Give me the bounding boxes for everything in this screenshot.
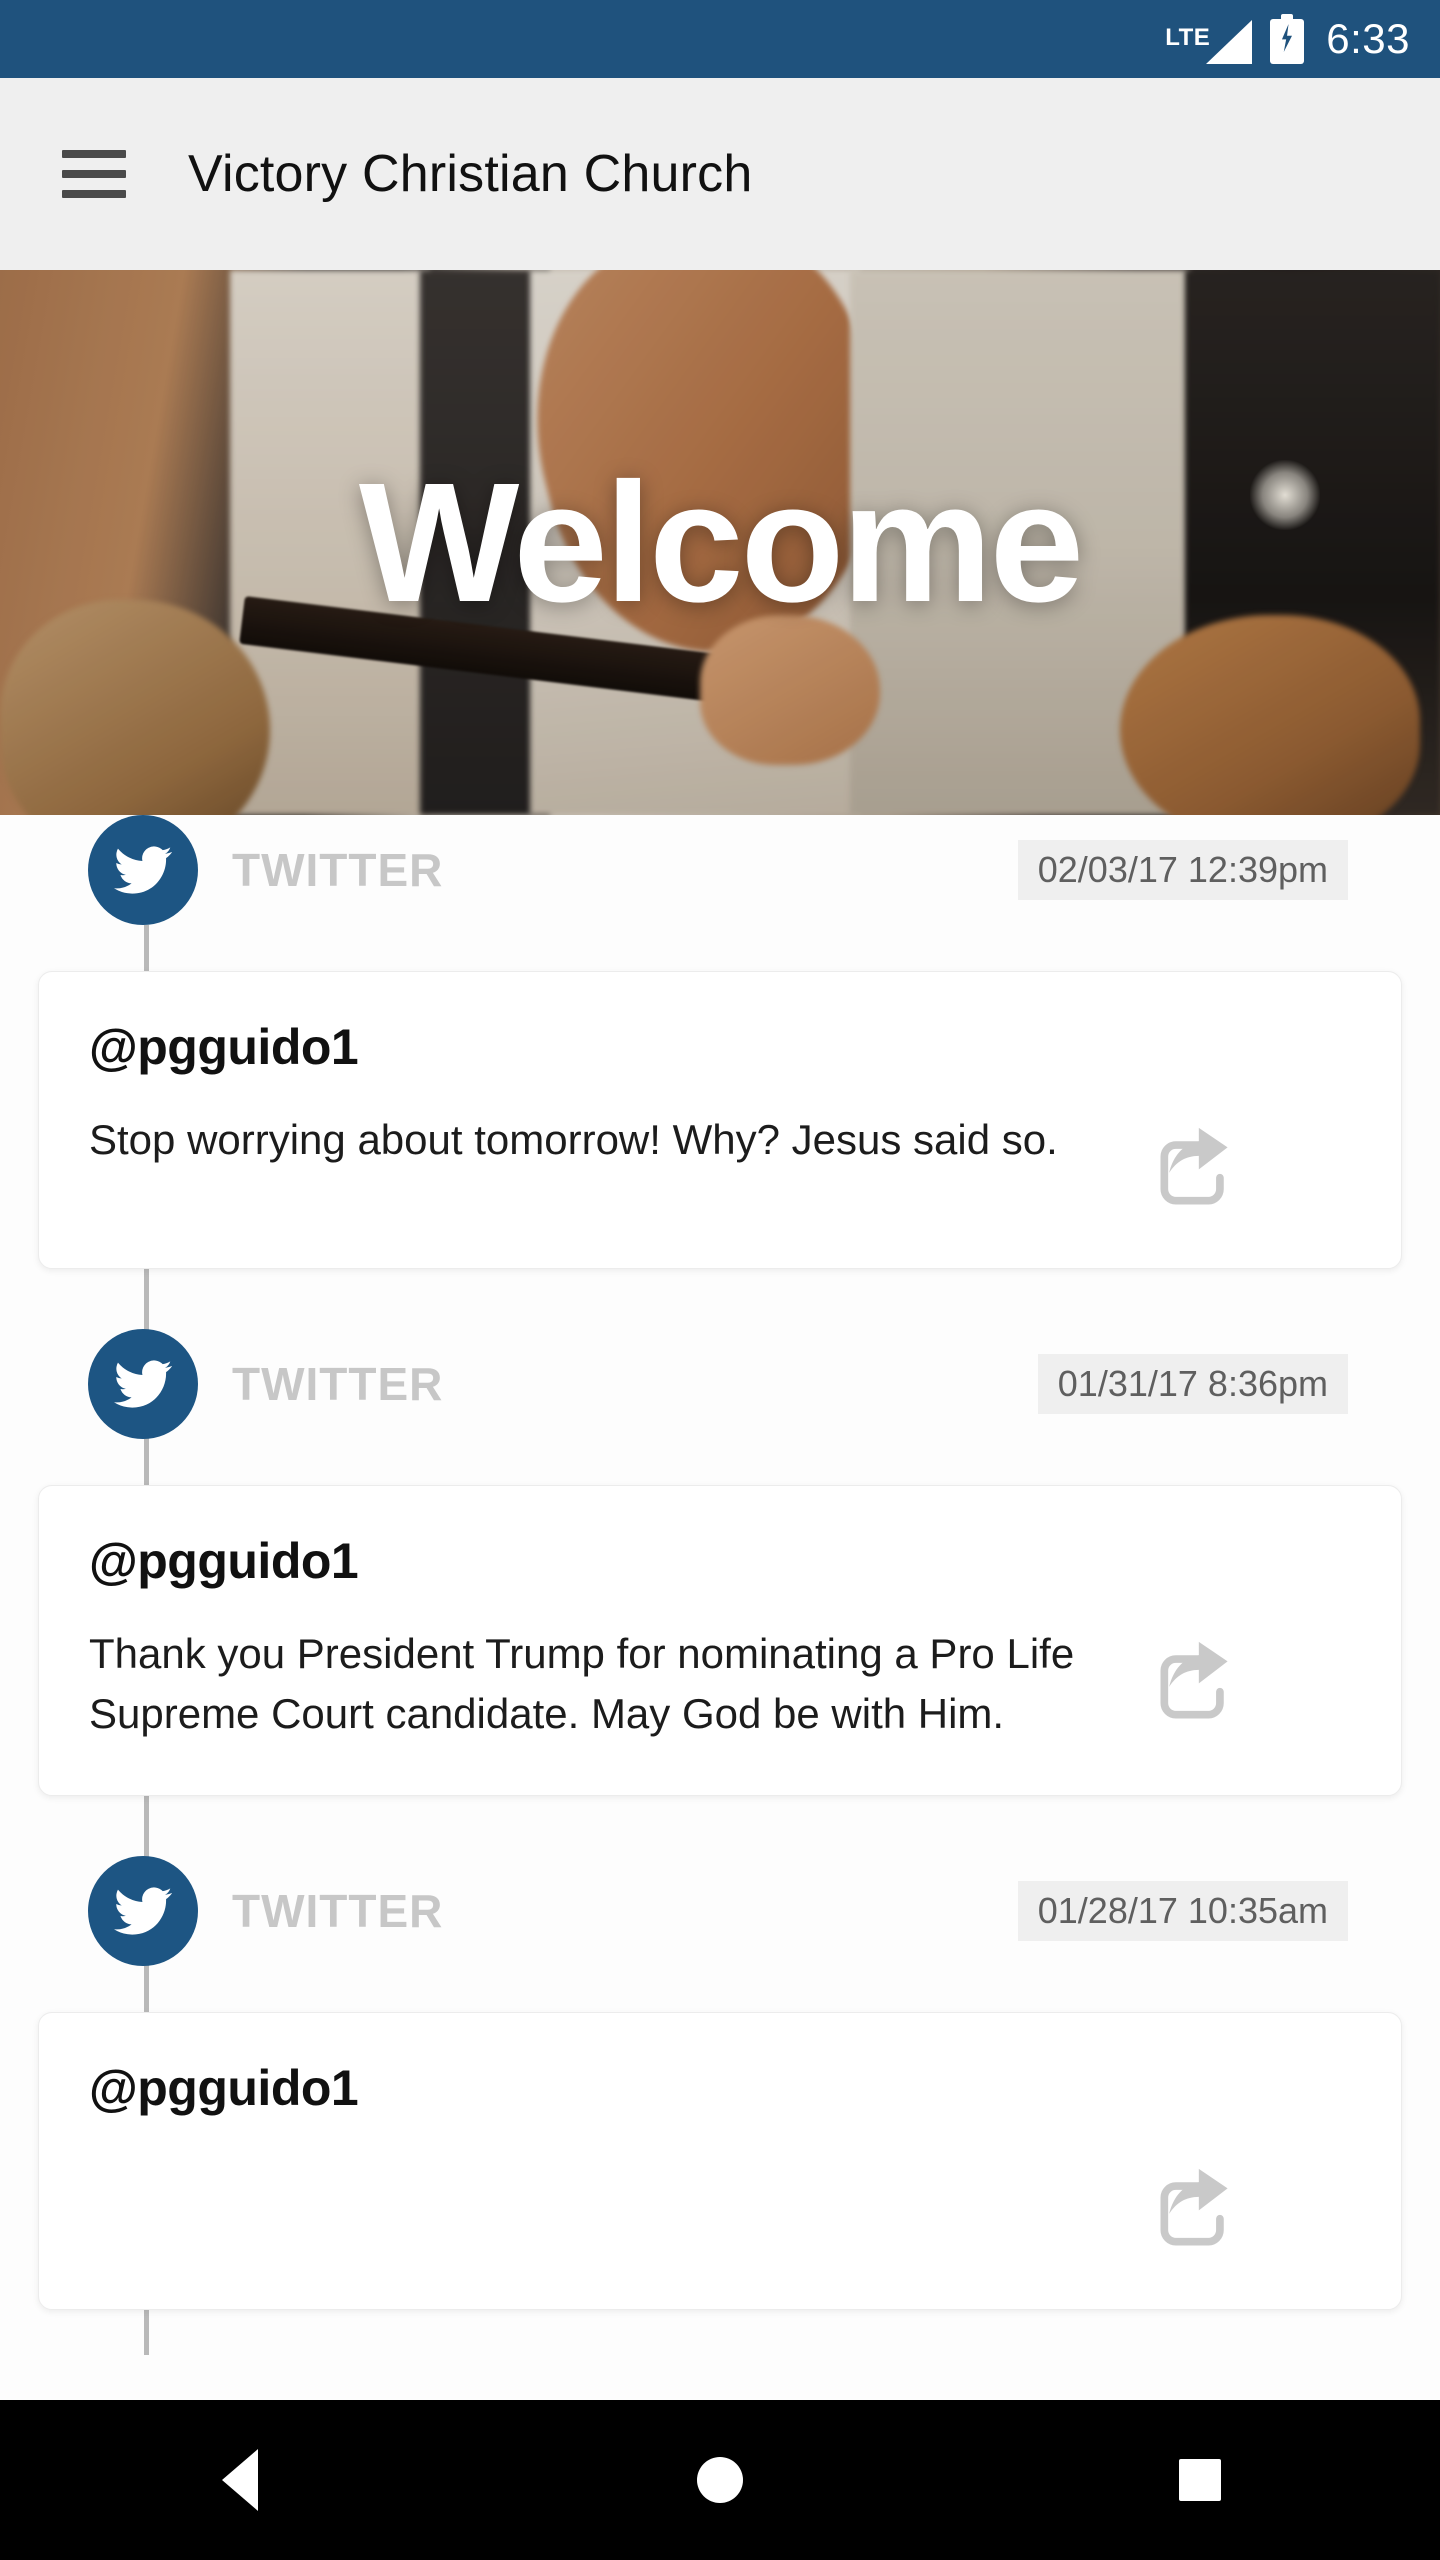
share-icon[interactable] [1149,1124,1241,1216]
network-status: LTE [1161,14,1253,64]
post-timestamp: 02/03/17 12:39pm [1017,840,1348,900]
post-header: TWITTER 02/03/17 12:39pm [0,815,1440,925]
recents-square-icon [1179,2459,1221,2501]
home-circle-icon [697,2457,743,2503]
post-header: TWITTER 01/28/17 10:35am [0,1856,1440,1967]
app-screen: LTE 6:33 Victory Christian Church Welcom… [0,0,1440,2560]
tweet-card[interactable]: @pgguido1 Thank you President Trump for … [38,1485,1402,1797]
twitter-bird-icon [88,1856,198,1967]
home-button[interactable] [640,2400,800,2560]
status-bar-clock: 6:33 [1326,15,1410,62]
tweet-card[interactable]: @pgguido1 Stop worrying about tomorrow! … [38,971,1402,1269]
tweet-username: @pgguido1 [89,1019,359,1075]
status-bar: LTE 6:33 [0,0,1440,78]
tweet-username: @pgguido1 [89,1533,359,1589]
android-navigation-bar [0,2400,1440,2560]
feed-post: TWITTER 01/31/17 8:36pm @pgguido1 Thank … [0,1329,1440,1797]
lte-label: LTE [1165,24,1211,51]
back-triangle-icon [222,2449,258,2511]
hamburger-menu-icon[interactable] [62,150,126,198]
app-bar: Victory Christian Church [0,78,1440,270]
battery-charging-icon [1270,14,1305,64]
hero-title: Welcome [358,447,1084,638]
tweet-card[interactable]: @pgguido1 [38,2012,1402,2311]
post-timestamp: 01/28/17 10:35am [1017,1881,1348,1942]
post-timestamp: 01/31/17 8:36pm [1037,1354,1348,1414]
share-icon[interactable] [1149,2165,1241,2257]
tweet-text: Stop worrying about tomorrow! Why? Jesus… [89,1116,1058,1163]
post-header: TWITTER 01/31/17 8:36pm [0,1329,1440,1439]
twitter-bird-icon [88,1329,198,1439]
recents-button[interactable] [1120,2400,1280,2560]
share-icon[interactable] [1149,1638,1241,1730]
tweet-username: @pgguido1 [89,2060,359,2117]
post-source-label: TWITTER [232,1358,444,1410]
activity-feed[interactable]: TWITTER 02/03/17 12:39pm @pgguido1 Stop … [0,815,1440,2400]
back-button[interactable] [160,2400,320,2560]
signal-strength-icon [1206,20,1253,64]
page-title: Victory Christian Church [188,145,753,203]
feed-post: TWITTER 01/28/17 10:35am @pgguido1 [0,1856,1440,2311]
tweet-text: Thank you President Trump for nominating… [89,1630,1075,1737]
twitter-bird-icon [88,815,198,925]
post-source-label: TWITTER [232,844,444,896]
hero-banner: Welcome [0,270,1440,815]
feed-post: TWITTER 02/03/17 12:39pm @pgguido1 Stop … [0,815,1440,1269]
post-source-label: TWITTER [232,1885,444,1938]
